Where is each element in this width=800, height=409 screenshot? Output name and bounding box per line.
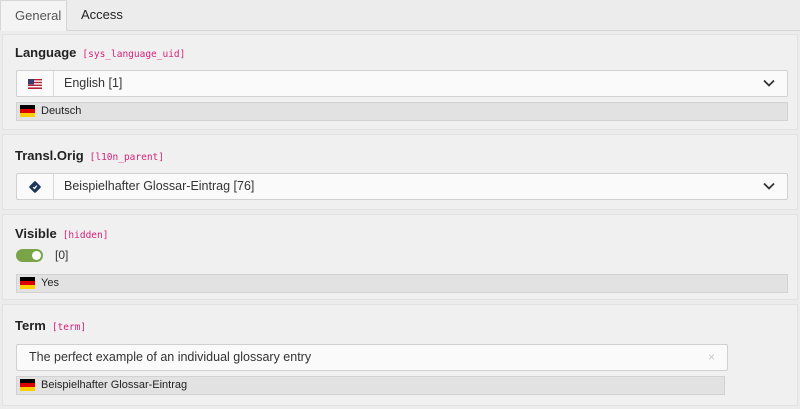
language-select-value: English [1] <box>64 76 123 90</box>
term-reference: Beispielhafter Glossar-Eintrag <box>16 376 725 395</box>
language-select[interactable]: English [1] <box>16 70 788 97</box>
visible-field-name: [hidden] <box>62 230 109 241</box>
visible-section: Visible [hidden] [0] Yes <box>2 214 798 300</box>
term-input-value: The perfect example of an individual glo… <box>29 350 312 364</box>
us-flag-icon <box>28 78 42 89</box>
visible-reference: Yes <box>16 274 788 293</box>
visible-value: [0] <box>55 248 69 262</box>
toggle-knob <box>32 251 41 260</box>
language-icon-box <box>17 71 54 96</box>
language-field-name: [sys_language_uid] <box>82 49 186 60</box>
transl-orig-label-text: Transl.Orig <box>15 148 84 163</box>
language-reference: Deutsch <box>16 102 788 121</box>
term-input[interactable]: The perfect example of an individual glo… <box>16 344 728 371</box>
transl-orig-icon-box <box>17 174 54 199</box>
term-label-text: Term <box>15 318 46 333</box>
visible-label-text: Visible <box>15 226 57 241</box>
transl-orig-label: Transl.Orig [l10n_parent] <box>15 148 164 163</box>
term-reference-text: Beispielhafter Glossar-Eintrag <box>41 379 188 391</box>
chevron-down-icon <box>763 79 775 87</box>
language-label: Language [sys_language_uid] <box>15 45 185 60</box>
visible-reference-text: Yes <box>41 277 59 289</box>
term-section: Term [term] The perfect example of an ind… <box>2 304 798 406</box>
visible-toggle[interactable] <box>16 249 43 262</box>
de-flag-icon <box>20 379 35 391</box>
record-icon <box>29 180 41 193</box>
clear-icon[interactable]: × <box>708 350 715 364</box>
transl-orig-select-value: Beispielhafter Glossar-Eintrag [76] <box>64 179 255 193</box>
term-label: Term [term] <box>15 318 86 333</box>
transl-orig-field-name: [l10n_parent] <box>89 152 164 163</box>
tab-bar: General Access <box>0 0 800 31</box>
tab-general[interactable]: General <box>0 0 67 31</box>
language-reference-text: Deutsch <box>41 105 82 117</box>
visible-label: Visible [hidden] <box>15 226 108 241</box>
tab-access[interactable]: Access <box>67 0 137 31</box>
language-label-text: Language <box>15 45 77 60</box>
de-flag-icon <box>20 277 35 289</box>
transl-orig-section: Transl.Orig [l10n_parent] Beispielhafter … <box>2 134 798 210</box>
transl-orig-select[interactable]: Beispielhafter Glossar-Eintrag [76] <box>16 173 788 200</box>
de-flag-icon <box>20 105 35 117</box>
chevron-down-icon <box>763 182 775 190</box>
language-section: Language [sys_language_uid] English [1] D… <box>2 34 798 130</box>
term-field-name: [term] <box>51 322 87 333</box>
